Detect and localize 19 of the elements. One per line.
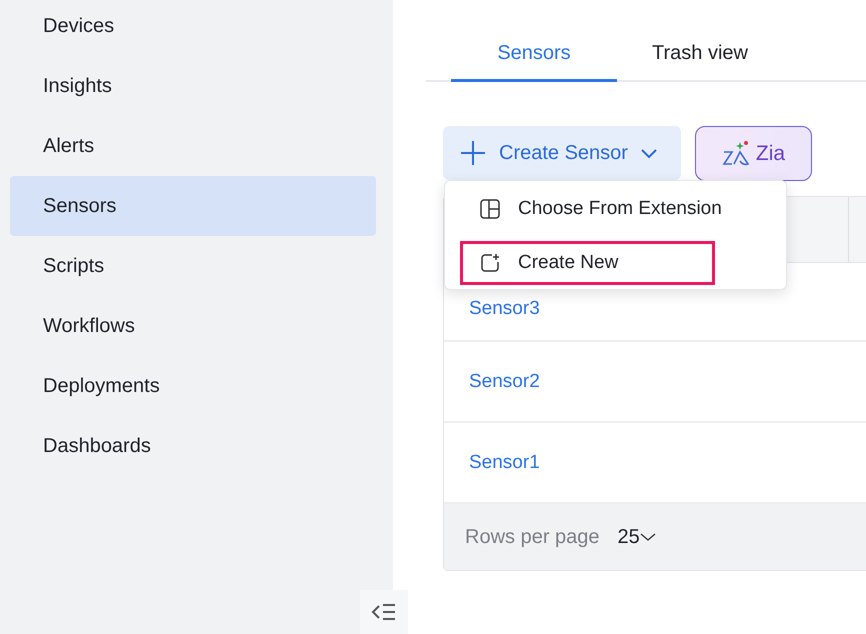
sidebar-item[interactable]: Alerts — [10, 116, 376, 176]
sensor-link[interactable]: Sensor2 — [469, 370, 540, 392]
sidebar-item[interactable]: Sensors — [10, 176, 376, 236]
sidebar-item[interactable]: Scripts — [10, 236, 376, 296]
rows-per-page-select[interactable]: 25 — [618, 526, 656, 548]
sensor-link[interactable]: Sensor3 — [469, 298, 540, 320]
tab[interactable]: Trash view — [617, 42, 783, 82]
rows-per-page-label: Rows per page — [465, 526, 600, 548]
sidebar-item[interactable]: Devices — [10, 0, 376, 56]
sidebar-item[interactable]: Workflows — [10, 296, 376, 356]
tab[interactable]: Sensors — [451, 42, 617, 82]
create-sensor-button[interactable]: Create Sensor — [443, 126, 681, 180]
zia-button[interactable]: Zia — [695, 126, 812, 181]
menu-item[interactable]: Create New — [460, 241, 715, 285]
sidebar-item[interactable]: Deployments — [10, 356, 376, 416]
sidebar-item[interactable]: Dashboards — [10, 416, 376, 476]
sensor-link[interactable]: Sensor1 — [469, 452, 540, 474]
sidebar-item[interactable]: Insights — [10, 56, 376, 116]
menu-item[interactable]: Choose From Extension — [460, 187, 766, 231]
